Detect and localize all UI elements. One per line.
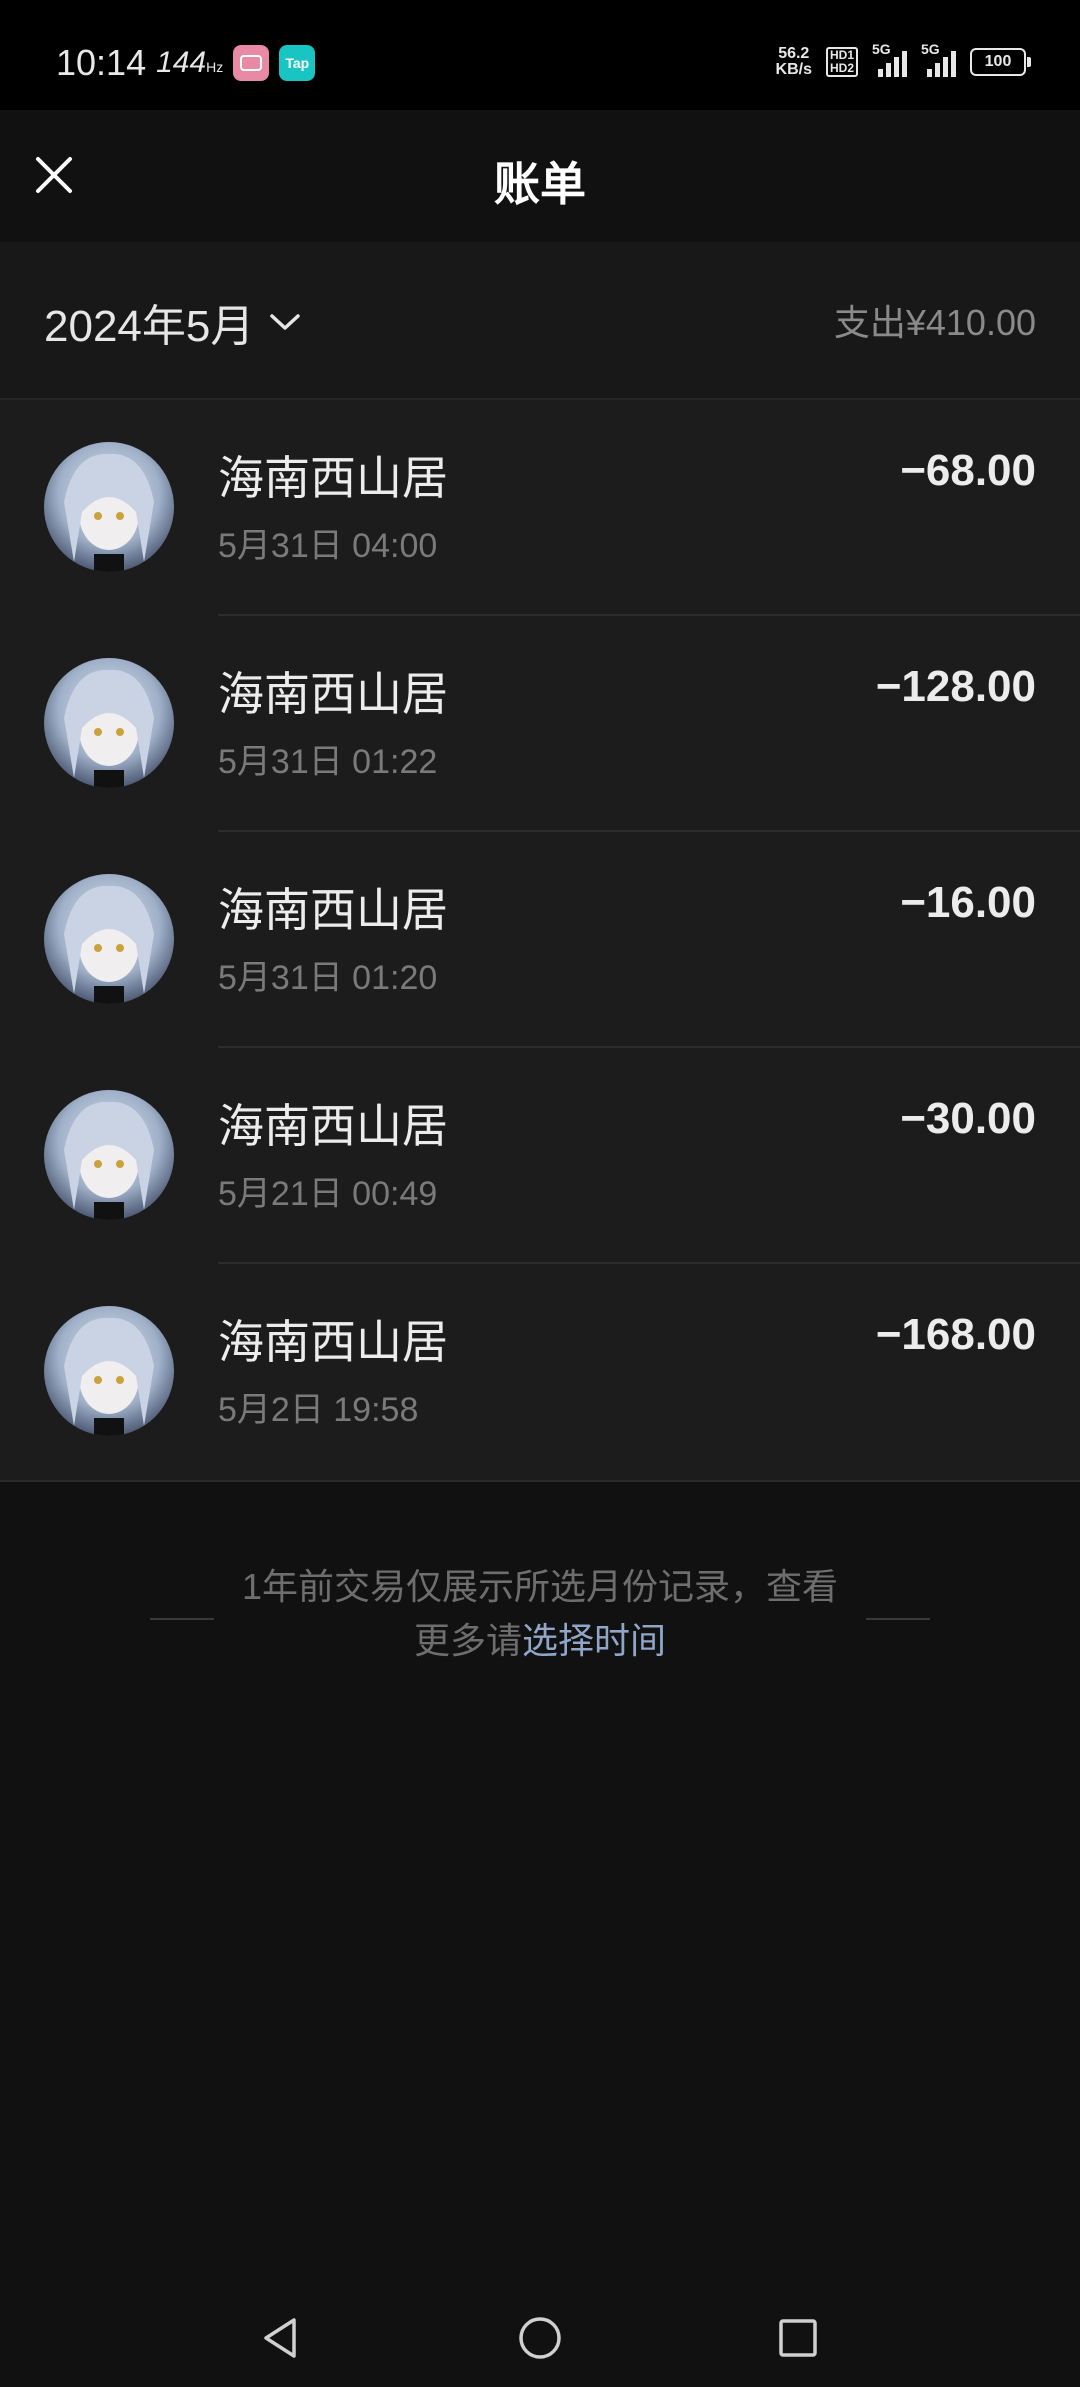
footnote-text: 1年前交易仅展示所选月份记录，查看更多请选择时间	[235, 1560, 845, 1668]
network-speed-unit: KB/s	[775, 61, 812, 78]
month-label: 2024年5月	[44, 302, 255, 351]
transaction-amount: −16.00	[900, 878, 1036, 927]
transaction-list: 海南西山居 5月31日 04:00 −68.00 海南西山居 5月31日 01:…	[0, 400, 1080, 1482]
expense-label: 支出	[833, 302, 906, 343]
signal-icon-2: 5G	[921, 41, 956, 77]
status-right: 56.2 KB/s HD1 HD2 5G 5G 100	[776, 41, 1031, 78]
merchant-name: 海南西山居	[218, 1100, 448, 1152]
transaction-amount: −168.00	[875, 1310, 1036, 1359]
footnote-line-right	[866, 1618, 930, 1620]
transaction-time: 5月31日 04:00	[218, 527, 438, 565]
status-time: 10:14	[56, 42, 147, 83]
merchant-avatar	[44, 1090, 174, 1220]
page-title: 账单	[494, 158, 586, 210]
month-summary-bar: 2024年5月 支出¥410.00	[0, 242, 1080, 400]
transaction-time: 5月31日 01:22	[218, 743, 438, 781]
app-notification-icon	[233, 45, 270, 81]
status-bar: 10:14 144Hz Tap 56.2 KB/s HD1 HD2 5G 5G …	[0, 0, 1080, 110]
network-speed-value: 56.2	[778, 45, 810, 62]
month-picker[interactable]: 2024年5月	[44, 290, 302, 354]
transaction-row[interactable]: 海南西山居 5月31日 04:00 −68.00	[0, 400, 1080, 616]
system-nav-bar	[0, 2280, 1080, 2387]
chevron-down-icon	[270, 314, 301, 330]
footnote-line-left	[150, 1618, 214, 1620]
back-button[interactable]	[250, 2308, 310, 2368]
home-button[interactable]	[510, 2308, 570, 2368]
network-speed: 56.2 KB/s	[776, 46, 812, 78]
select-time-link[interactable]: 选择时间	[522, 1620, 666, 1661]
merchant-avatar	[44, 1306, 174, 1436]
expense-total: 支出¥410.00	[834, 294, 1036, 346]
refresh-rate-unit: Hz	[206, 59, 224, 75]
transaction-row[interactable]: 海南西山居 5月31日 01:22 −128.00	[0, 616, 1080, 832]
signal-label-2: 5G	[921, 41, 940, 57]
hd-icon: HD1 HD2	[825, 47, 858, 77]
refresh-rate: 144Hz	[156, 46, 223, 80]
back-triangle-icon	[264, 2318, 296, 2358]
merchant-avatar	[44, 658, 174, 788]
transaction-time: 5月31日 01:20	[218, 959, 438, 997]
signal-label: 5G	[872, 41, 891, 57]
status-left: 10:14 144Hz Tap	[56, 42, 316, 84]
transaction-time: 5月21日 00:49	[218, 1175, 438, 1213]
transaction-amount: −30.00	[900, 1094, 1036, 1143]
transaction-row[interactable]: 海南西山居 5月21日 00:49 −30.00	[0, 1048, 1080, 1264]
home-circle-icon	[519, 2317, 561, 2359]
signal-icon: 5G	[872, 41, 907, 77]
hd-bottom: HD2	[829, 61, 854, 75]
recents-square-icon	[779, 2319, 817, 2357]
refresh-rate-value: 144	[156, 46, 207, 79]
merchant-avatar	[44, 874, 174, 1004]
merchant-name: 海南西山居	[218, 452, 448, 504]
transaction-row[interactable]: 海南西山居 5月31日 01:20 −16.00	[0, 832, 1080, 1048]
merchant-name: 海南西山居	[218, 668, 448, 720]
taptap-notification-icon: Tap	[279, 45, 316, 81]
battery-icon: 100	[970, 48, 1031, 76]
expense-amount: ¥410.00	[905, 302, 1036, 343]
merchant-name: 海南西山居	[218, 1316, 448, 1368]
transaction-amount: −68.00	[900, 446, 1036, 495]
transaction-amount: −128.00	[875, 662, 1036, 711]
transaction-row[interactable]: 海南西山居 5月2日 19:58 −168.00	[0, 1264, 1080, 1480]
top-bar: 账单	[0, 110, 1080, 242]
merchant-avatar	[44, 442, 174, 572]
merchant-name: 海南西山居	[218, 884, 448, 936]
recents-button[interactable]	[768, 2308, 828, 2368]
transaction-time: 5月2日 19:58	[218, 1391, 419, 1429]
history-footnote: 1年前交易仅展示所选月份记录，查看更多请选择时间	[0, 1560, 1080, 1668]
